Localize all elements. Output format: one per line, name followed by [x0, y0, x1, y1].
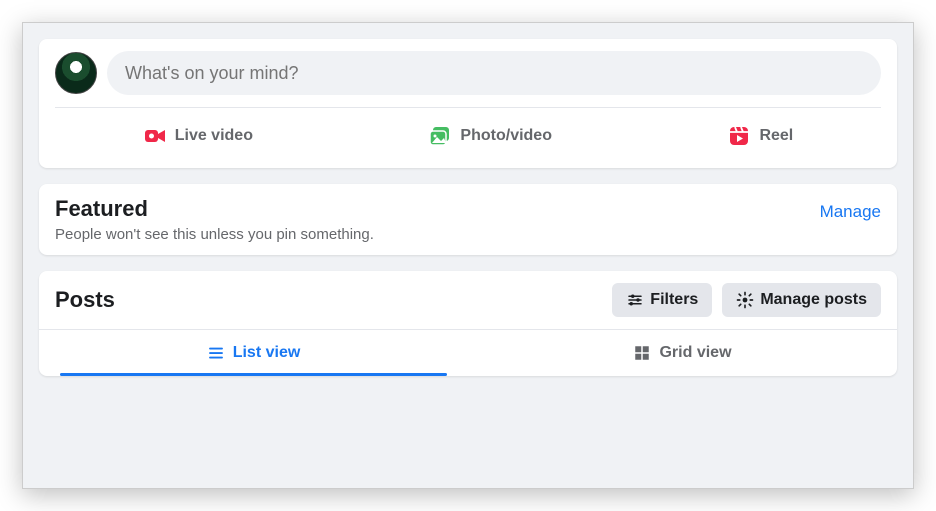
video-camera-icon	[143, 124, 167, 148]
sliders-icon	[626, 291, 644, 309]
list-view-tab[interactable]: List view	[39, 330, 468, 376]
composer-actions-row: Live video Photo/video Reel	[55, 108, 881, 156]
reel-button[interactable]: Reel	[705, 116, 815, 156]
featured-card: Featured People won't see this unless yo…	[39, 184, 897, 255]
featured-manage-link[interactable]: Manage	[820, 196, 881, 222]
list-icon	[207, 344, 225, 362]
reel-icon	[727, 124, 751, 148]
gear-icon	[736, 291, 754, 309]
view-tabs: List view Grid view	[39, 330, 897, 376]
featured-header: Featured People won't see this unless yo…	[55, 196, 881, 243]
composer-top-row	[55, 51, 881, 108]
grid-view-label: Grid view	[659, 344, 731, 362]
grid-view-tab[interactable]: Grid view	[468, 330, 897, 376]
page-container: Live video Photo/video Reel Featured Peo…	[22, 22, 914, 489]
posts-card: Posts Filters Manage posts	[39, 271, 897, 376]
manage-posts-button[interactable]: Manage posts	[722, 283, 881, 317]
posts-buttons-group: Filters Manage posts	[612, 283, 881, 317]
photo-video-label: Photo/video	[460, 127, 552, 145]
filters-button[interactable]: Filters	[612, 283, 712, 317]
live-video-button[interactable]: Live video	[121, 116, 275, 156]
list-view-label: List view	[233, 344, 301, 362]
user-avatar[interactable]	[55, 52, 97, 94]
posts-header: Posts Filters Manage posts	[39, 271, 897, 330]
filters-label: Filters	[650, 291, 698, 309]
photo-video-button[interactable]: Photo/video	[406, 116, 574, 156]
posts-title: Posts	[55, 287, 115, 313]
featured-title: Featured	[55, 196, 374, 222]
featured-subtitle: People won't see this unless you pin som…	[55, 226, 374, 243]
manage-posts-label: Manage posts	[760, 291, 867, 309]
composer-card: Live video Photo/video Reel	[39, 39, 897, 168]
composer-input[interactable]	[107, 51, 881, 95]
live-video-label: Live video	[175, 127, 253, 145]
reel-label: Reel	[759, 127, 793, 145]
photo-icon	[428, 124, 452, 148]
featured-text-block: Featured People won't see this unless yo…	[55, 196, 374, 243]
grid-icon	[633, 344, 651, 362]
